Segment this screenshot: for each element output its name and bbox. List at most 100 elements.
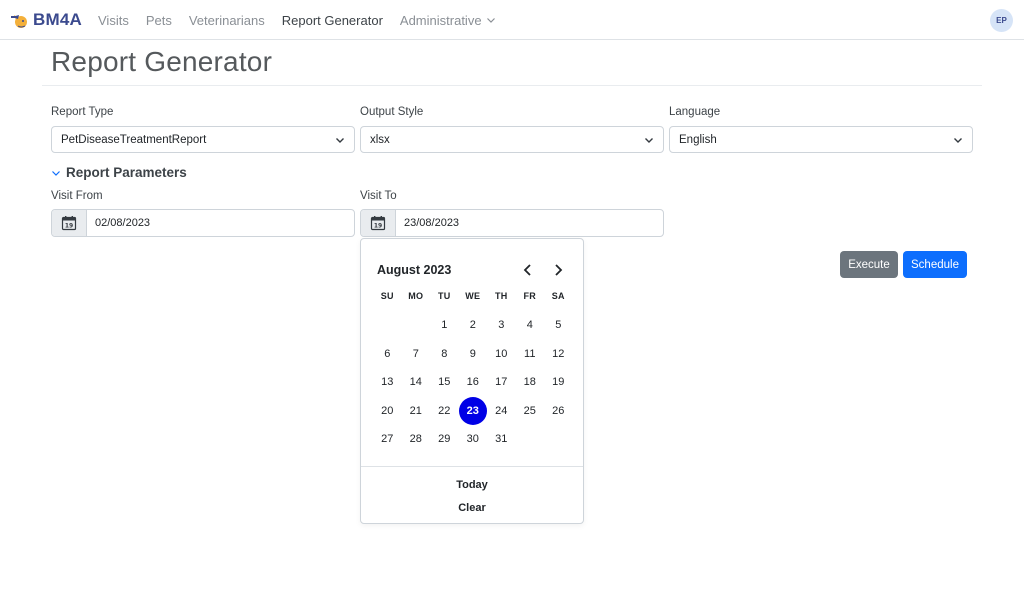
language-label: Language bbox=[669, 106, 721, 118]
calendar-day-number: 23 bbox=[458, 396, 487, 425]
calendar-day[interactable]: 1 bbox=[430, 311, 459, 340]
brand-name: BM4A bbox=[33, 10, 82, 29]
calendar-day-number: 12 bbox=[552, 347, 565, 360]
calendar-day[interactable]: 6 bbox=[373, 340, 402, 369]
calendar-day[interactable]: 11 bbox=[516, 340, 545, 369]
visit-from-label: Visit From bbox=[51, 190, 103, 202]
calendar-day-number: 15 bbox=[438, 376, 451, 389]
calendar-icon: 19 bbox=[370, 216, 386, 231]
calendar-empty-cell bbox=[544, 425, 573, 454]
nav-pets[interactable]: Pets bbox=[146, 13, 172, 28]
calendar-day-selected[interactable]: 23 bbox=[458, 396, 488, 426]
calendar-day[interactable]: 22 bbox=[430, 397, 459, 426]
weekday-label: WE bbox=[465, 291, 481, 301]
visit-from-group: 19 02/08/2023 bbox=[51, 209, 355, 237]
calendar-day-number: 14 bbox=[409, 376, 422, 389]
calendar-day-number: 31 bbox=[495, 433, 508, 446]
calendar-clear-button[interactable]: Clear bbox=[361, 502, 583, 514]
title-divider bbox=[42, 85, 982, 86]
calendar-day[interactable]: 19 bbox=[544, 368, 573, 397]
calendar-day[interactable]: 8 bbox=[430, 340, 459, 369]
weekday-label: TH bbox=[494, 291, 508, 301]
calendar-day[interactable]: 14 bbox=[402, 368, 431, 397]
pet-logo-icon bbox=[11, 15, 27, 28]
calendar-day[interactable]: 7 bbox=[402, 340, 431, 369]
calendar-day[interactable]: 18 bbox=[516, 368, 545, 397]
calendar-week-row: 13 14 15 16 17 18 19 bbox=[373, 368, 573, 397]
output-style-label: Output Style bbox=[360, 106, 424, 118]
visit-to-calendar-button[interactable]: 19 bbox=[361, 210, 396, 236]
calendar-day-number: 8 bbox=[441, 347, 448, 360]
calendar-day-number: 4 bbox=[526, 319, 533, 332]
calendar-empty-cell bbox=[373, 311, 402, 340]
user-avatar[interactable]: EP bbox=[990, 9, 1013, 32]
svg-text:19: 19 bbox=[65, 223, 73, 230]
visit-from-input[interactable]: 02/08/2023 bbox=[87, 210, 354, 236]
calendar-day[interactable]: 15 bbox=[430, 368, 459, 397]
calendar-icon: 19 bbox=[61, 216, 77, 231]
chevron-down-icon bbox=[336, 138, 344, 143]
calendar-day-number: 6 bbox=[384, 347, 391, 360]
calendar-day[interactable]: 10 bbox=[487, 340, 516, 369]
report-type-select[interactable]: PetDiseaseTreatmentReport bbox=[51, 126, 355, 153]
calendar-today-button[interactable]: Today bbox=[361, 479, 583, 491]
report-type-value: PetDiseaseTreatmentReport bbox=[61, 133, 207, 146]
calendar-day-number: 13 bbox=[381, 376, 394, 389]
brand[interactable]: BM4A bbox=[10, 8, 82, 32]
visit-to-input[interactable]: 23/08/2023 bbox=[396, 210, 663, 236]
calendar-day-number: 11 bbox=[524, 347, 536, 360]
execute-button[interactable]: Execute bbox=[840, 251, 898, 278]
calendar-day[interactable]: 27 bbox=[373, 425, 402, 454]
calendar-day[interactable]: 29 bbox=[430, 425, 459, 454]
calendar-day-number: 26 bbox=[552, 404, 565, 417]
weekday-label: MO bbox=[408, 291, 424, 301]
calendar-day[interactable]: 17 bbox=[487, 368, 516, 397]
calendar-day[interactable]: 30 bbox=[459, 425, 488, 454]
calendar-day[interactable]: 4 bbox=[516, 311, 545, 340]
calendar-day[interactable]: 20 bbox=[373, 397, 402, 426]
calendar-day[interactable]: 9 bbox=[459, 340, 488, 369]
calendar-day-number: 19 bbox=[552, 376, 565, 389]
nav-visits[interactable]: Visits bbox=[98, 13, 129, 28]
calendar-day[interactable]: 12 bbox=[544, 340, 573, 369]
calendar-day-number: 25 bbox=[523, 404, 536, 417]
nav-administrative-dropdown[interactable]: Administrative bbox=[400, 13, 496, 28]
calendar-day[interactable]: 31 bbox=[487, 425, 516, 454]
calendar-day[interactable]: 24 bbox=[487, 397, 516, 426]
calendar-day-number: 24 bbox=[495, 404, 508, 417]
calendar-month-label[interactable]: August 2023 bbox=[377, 263, 451, 277]
calendar-day-number: 16 bbox=[466, 376, 479, 389]
calendar-day-number: 7 bbox=[412, 347, 419, 360]
weekday-label: SU bbox=[380, 291, 394, 301]
schedule-button[interactable]: Schedule bbox=[903, 251, 967, 278]
weekday-label: FR bbox=[523, 291, 537, 301]
calendar-day[interactable]: 16 bbox=[459, 368, 488, 397]
calendar-day[interactable]: 2 bbox=[459, 311, 488, 340]
calendar-weekday-header: SU MO TU WE TH FR SA bbox=[373, 291, 573, 309]
chevron-right-icon[interactable] bbox=[550, 262, 566, 278]
calendar-day[interactable]: 5 bbox=[544, 311, 573, 340]
calendar-grid: SU MO TU WE TH FR SA 1 2 3 4 5 6 7 8 9 10 11 12 13 14… bbox=[373, 291, 573, 454]
output-style-select[interactable]: xlsx bbox=[360, 126, 664, 153]
calendar-day-number: 28 bbox=[409, 433, 422, 446]
calendar-day[interactable]: 3 bbox=[487, 311, 516, 340]
calendar-day-number: 1 bbox=[441, 319, 448, 332]
calendar-week-row: 27 28 29 30 31 bbox=[373, 425, 573, 454]
calendar-day[interactable]: 26 bbox=[544, 397, 573, 426]
chevron-down-icon bbox=[954, 138, 962, 143]
calendar-day[interactable]: 13 bbox=[373, 368, 402, 397]
calendar-week-row: 1 2 3 4 5 bbox=[373, 311, 573, 340]
calendar-day-number: 22 bbox=[438, 404, 451, 417]
language-select[interactable]: English bbox=[669, 126, 973, 153]
nav-report-generator[interactable]: Report Generator bbox=[282, 13, 383, 28]
report-parameters-toggle[interactable]: Report Parameters bbox=[51, 165, 187, 180]
calendar-day[interactable]: 21 bbox=[402, 397, 431, 426]
nav-veterinarians[interactable]: Veterinarians bbox=[189, 13, 265, 28]
calendar-day[interactable]: 25 bbox=[516, 397, 545, 426]
calendar-day-number: 20 bbox=[381, 404, 394, 417]
visit-from-calendar-button[interactable]: 19 bbox=[52, 210, 87, 236]
calendar-day[interactable]: 28 bbox=[402, 425, 431, 454]
calendar-week-row: 20 21 22 23 24 25 26 bbox=[373, 396, 573, 426]
chevron-left-icon[interactable] bbox=[520, 262, 536, 278]
calendar-divider bbox=[361, 466, 583, 467]
